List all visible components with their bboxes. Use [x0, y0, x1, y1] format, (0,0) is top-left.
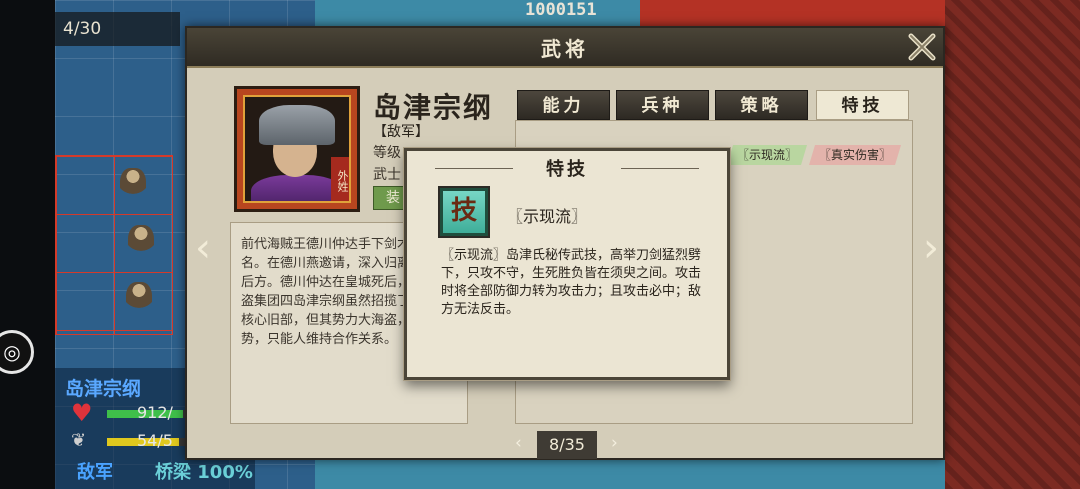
page-prev-icon[interactable]: ‹: [515, 433, 522, 453]
general-faction: 【敌军】: [373, 124, 429, 140]
hp-value: 912/: [137, 403, 173, 422]
mp-value: 54/5: [137, 431, 173, 450]
skill-tag-shigenryu[interactable]: 〖示现流〗: [727, 145, 807, 165]
score-readout: 1000151: [525, 0, 597, 20]
hud-unit-name: 岛津宗纲: [65, 378, 142, 400]
skill-icon-char: 技: [443, 191, 485, 233]
close-icon[interactable]: [905, 30, 939, 64]
map-enemy-territory: [945, 0, 1080, 489]
portrait-helmet: [259, 105, 335, 145]
feather-icon: ❦: [71, 430, 87, 451]
dialog-title: 武将: [541, 37, 589, 61]
map-unit[interactable]: [120, 168, 146, 202]
title-rule-right: [621, 168, 699, 169]
portrait-frame: 外姓: [243, 95, 351, 203]
prev-general-arrow[interactable]: ‹: [189, 228, 217, 268]
map-unit[interactable]: [126, 282, 152, 316]
tab-ability[interactable]: 能力: [517, 90, 610, 120]
popup-skill-name: 〖示现流〗: [507, 207, 588, 226]
heart-icon: ♥: [71, 399, 93, 427]
dialog-header: 武将: [187, 28, 943, 68]
tab-special-skill[interactable]: 特技: [816, 90, 909, 120]
turn-counter: 4/30: [55, 12, 180, 46]
hud-terrain: 桥梁 100%: [155, 462, 253, 483]
class-label: 武士: [373, 167, 401, 183]
skill-icon: 技: [438, 186, 490, 238]
page-next-icon[interactable]: ›: [611, 433, 618, 453]
surname-tag: 外姓: [331, 157, 349, 201]
popup-skill-description: 〖示现流〗岛津氏秘传武技，高举刀剑猛烈劈下，只攻不守，生死胜负皆在须臾之间。攻击…: [441, 248, 702, 317]
pager: ‹ 8/35 ›: [507, 431, 627, 459]
general-portrait: 外姓: [234, 86, 360, 212]
page-indicator: 8/35: [537, 431, 597, 459]
hud-faction: 敌军: [77, 462, 113, 483]
next-general-arrow[interactable]: ›: [917, 228, 945, 268]
tab-strategy[interactable]: 策略: [715, 90, 808, 120]
left-black-bar: [0, 0, 55, 489]
general-name: 岛津宗纲: [373, 91, 494, 124]
portrait-body: [251, 175, 343, 201]
map-unit[interactable]: [128, 225, 154, 259]
attack-range-cells: [55, 155, 173, 335]
skill-popup: 特技 技 〖示现流〗 〖示现流〗岛津氏秘传武技，高举刀剑猛烈劈下，只攻不守，生死…: [404, 148, 730, 380]
level-label: 等级: [373, 145, 401, 161]
skill-tag-true-damage[interactable]: 〖真实伤害〗: [809, 145, 901, 165]
tab-troop-type[interactable]: 兵种: [616, 90, 709, 120]
